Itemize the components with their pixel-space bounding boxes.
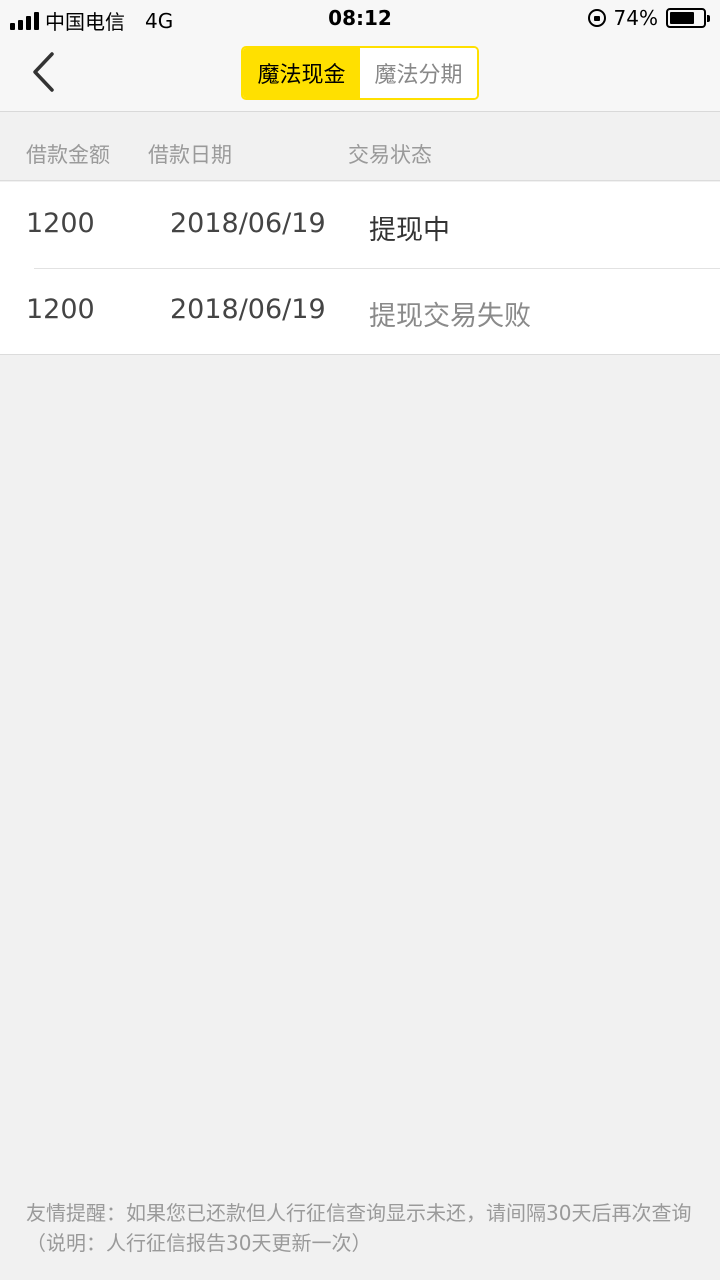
row-amount: 1200 [26, 208, 95, 239]
header-loan-amount: 借款金额 [26, 143, 110, 167]
status-bar: 中国电信 4G 08:12 74% [0, 0, 720, 36]
row-date: 2018/06/19 [170, 294, 326, 325]
battery-icon [666, 8, 710, 28]
reminder-note: 友情提醒：如果您已还款但人行征信查询显示未还，请间隔30天后再次查询（说明：人行… [26, 1201, 692, 1255]
status-right: 74% [587, 6, 710, 30]
tab-switcher: 魔法现金 魔法分期 [241, 46, 479, 100]
rotation-lock-icon [587, 9, 606, 27]
loan-list: 1200 2018/06/19 提现中 1200 2018/06/19 提现交易… [0, 182, 720, 355]
back-button[interactable] [22, 48, 70, 96]
row-status: 提现交易失败 [369, 301, 531, 332]
battery-level [670, 12, 694, 24]
row-date: 2018/06/19 [170, 208, 326, 239]
header-loan-date: 借款日期 [148, 143, 232, 167]
battery-percent: 74% [613, 6, 658, 30]
chevron-left-icon [33, 52, 54, 92]
header-transaction-status: 交易状态 [348, 143, 432, 167]
table-row[interactable]: 1200 2018/06/19 提现中 [0, 182, 720, 268]
row-status: 提现中 [369, 215, 450, 246]
row-amount: 1200 [26, 294, 95, 325]
table-row[interactable]: 1200 2018/06/19 提现交易失败 [0, 268, 720, 354]
table-header: 借款金额 借款日期 交易状态 [0, 113, 720, 181]
tab-magic-cash[interactable]: 魔法现金 [243, 48, 360, 98]
nav-bar: 魔法现金 魔法分期 [0, 36, 720, 112]
tab-magic-installment[interactable]: 魔法分期 [360, 48, 477, 98]
